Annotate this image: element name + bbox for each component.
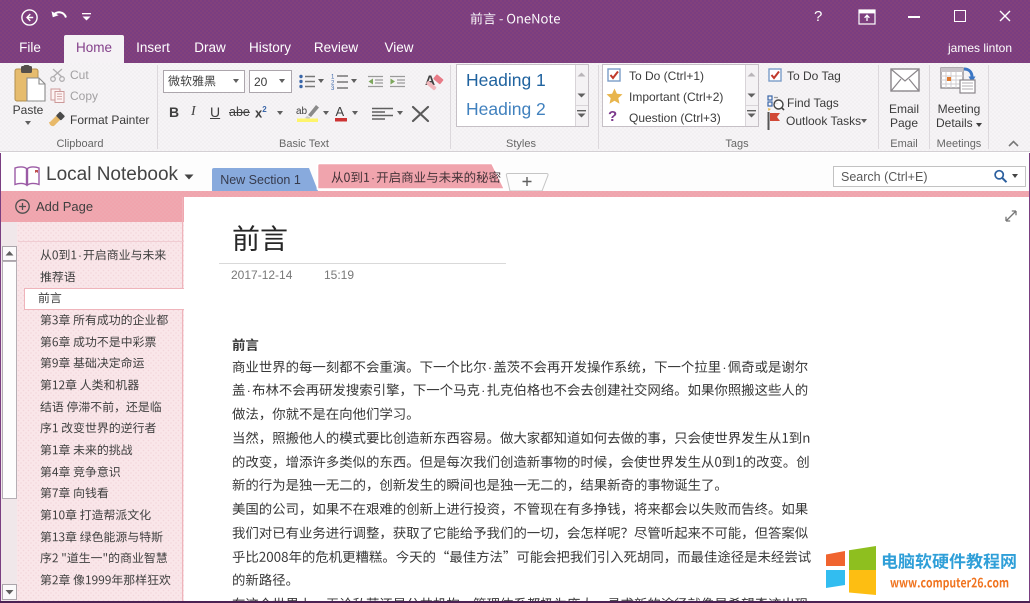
svg-text:3: 3 [331,86,335,90]
svg-text:ab: ab [296,106,308,117]
svg-text:A: A [336,104,345,119]
